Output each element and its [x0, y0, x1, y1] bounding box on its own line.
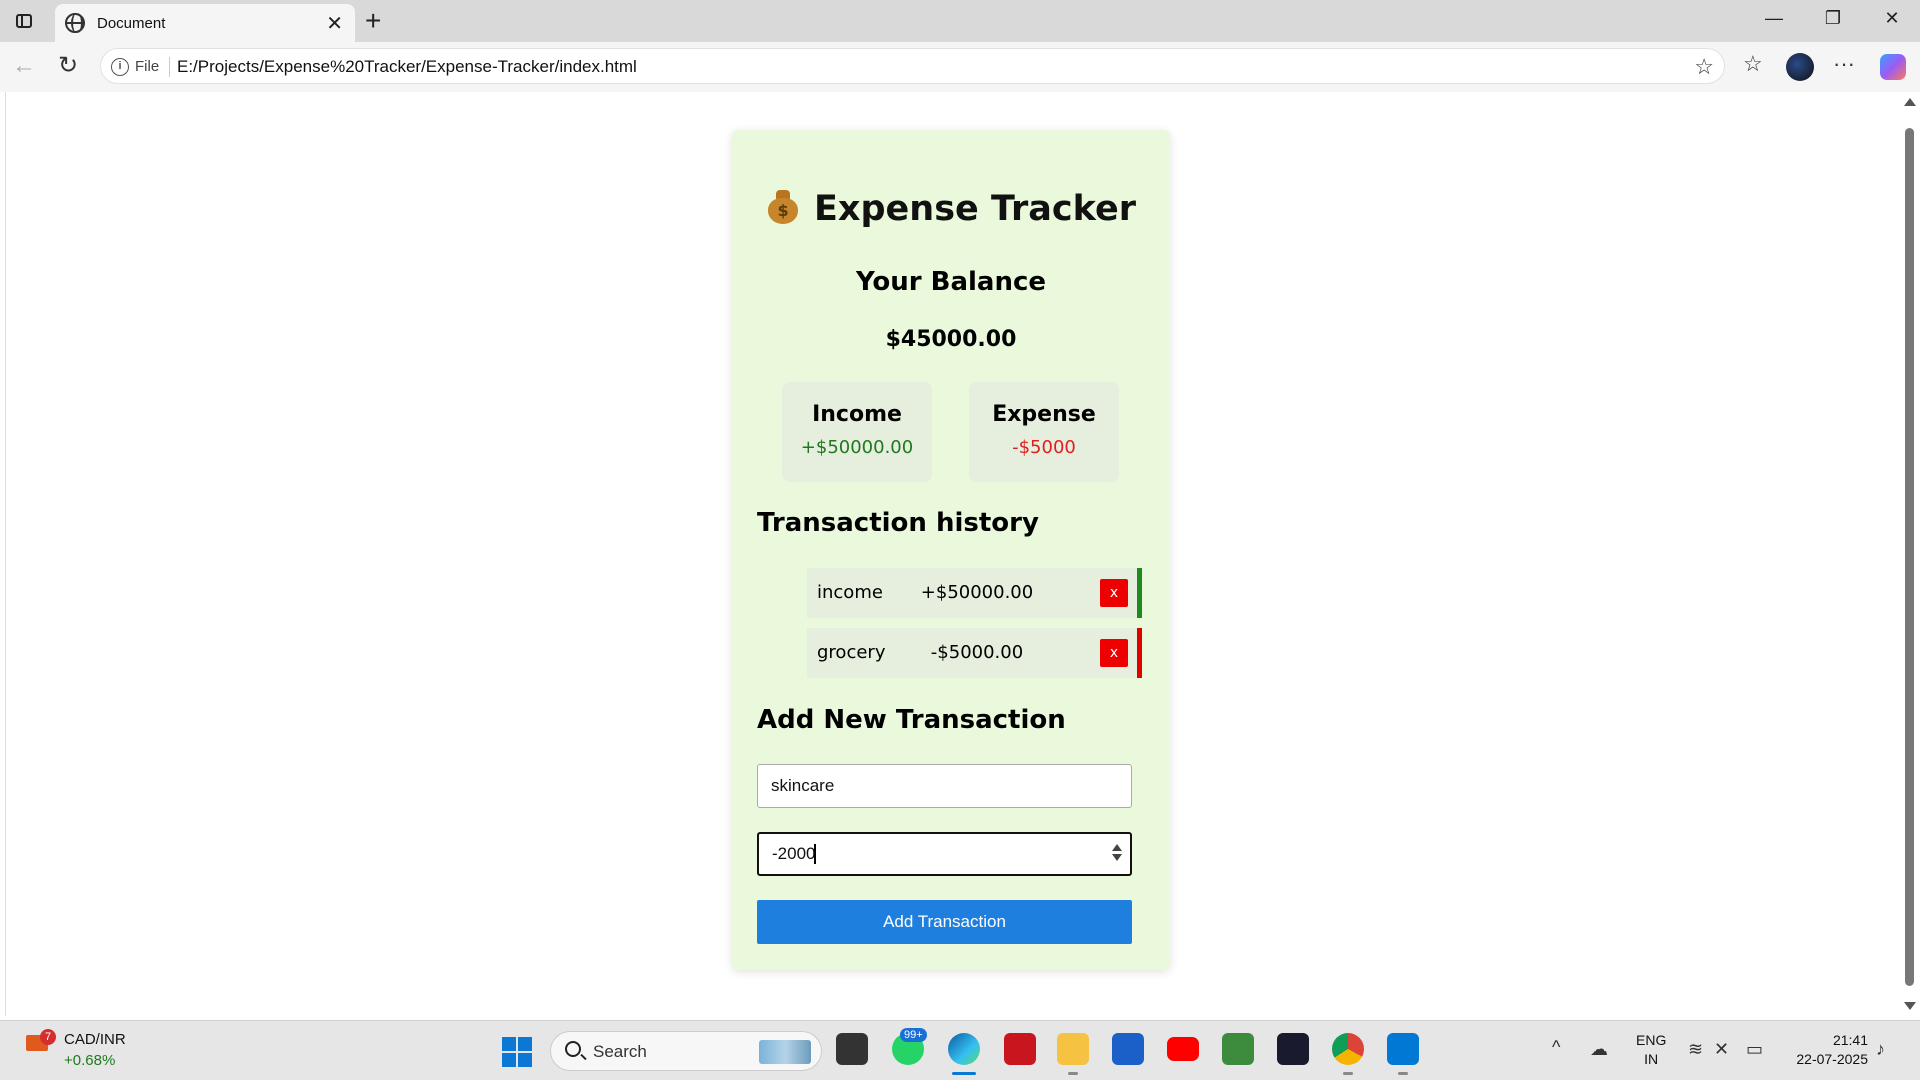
stepper-up-icon[interactable] — [1112, 844, 1122, 851]
notification-bell-icon[interactable]: ♪ — [1876, 1039, 1885, 1060]
globe-icon — [65, 13, 85, 33]
vscode-icon[interactable] — [1387, 1033, 1419, 1065]
minimize-button[interactable]: — — [1754, 8, 1794, 29]
browser-toolbar: ← ↻ i File E:/Projects/Expense%20Tracker… — [0, 42, 1920, 92]
transaction-amount: -$5000.00 — [930, 642, 1024, 663]
whatsapp-badge: 99+ — [900, 1028, 927, 1042]
stepper-down-icon[interactable] — [1112, 854, 1122, 861]
volume-muted-icon[interactable]: ✕ — [1714, 1039, 1729, 1060]
back-arrow-icon[interactable]: ← — [12, 52, 36, 80]
scroll-up-arrow-icon[interactable] — [1904, 98, 1916, 106]
expense-tracker-card: $ Expense Tracker Your Balance $45000.00… — [732, 130, 1170, 970]
date: 22-07-2025 — [1796, 1051, 1868, 1067]
language-indicator[interactable]: ENG IN — [1636, 1031, 1666, 1069]
ticker-change: +0.68% — [64, 1052, 116, 1069]
app-title-text: Expense Tracker — [814, 189, 1136, 229]
file-explorer-icon[interactable] — [1057, 1033, 1089, 1065]
scroll-down-arrow-icon[interactable] — [1904, 1002, 1916, 1010]
expense-value: -$5000 — [1012, 437, 1076, 458]
copilot-icon[interactable] — [1880, 54, 1906, 80]
task-view-icon[interactable] — [836, 1033, 868, 1065]
search-highlight-icon — [759, 1040, 811, 1064]
chevron-up-icon[interactable]: ^ — [1552, 1037, 1560, 1058]
more-options-icon[interactable]: ··· — [1833, 51, 1855, 77]
income-indicator-bar — [1137, 568, 1142, 618]
microsoft-store-icon[interactable] — [1112, 1033, 1144, 1065]
profile-avatar[interactable] — [1786, 53, 1814, 81]
address-bar[interactable]: i File E:/Projects/Expense%20Tracker/Exp… — [100, 48, 1725, 84]
info-icon[interactable]: i — [111, 58, 129, 76]
browser-titlebar: Document ✕ + — ❐ ✕ — [0, 0, 1920, 42]
expense-label: Expense — [992, 402, 1096, 427]
onedrive-icon[interactable]: ☁ — [1590, 1039, 1608, 1060]
favorite-star-icon[interactable]: ☆ — [1694, 54, 1714, 80]
transaction-name: grocery — [817, 642, 886, 663]
delete-transaction-button[interactable]: x — [1100, 579, 1128, 607]
mysql-icon[interactable] — [1277, 1033, 1309, 1065]
chrome-icon[interactable] — [1332, 1033, 1364, 1065]
restore-button[interactable]: ❐ — [1813, 8, 1853, 29]
scrollbar[interactable] — [1899, 92, 1920, 1016]
game-app-icon[interactable] — [1222, 1033, 1254, 1065]
new-tab-button[interactable]: + — [365, 5, 381, 37]
browser-tab[interactable]: Document ✕ — [55, 4, 355, 42]
separator — [169, 57, 170, 77]
active-app-indicator — [952, 1072, 976, 1075]
transaction-text-input[interactable] — [757, 764, 1132, 808]
app-indicator — [1343, 1072, 1353, 1075]
delete-transaction-button[interactable]: x — [1100, 639, 1128, 667]
text-caret — [814, 844, 816, 864]
app-title: $ Expense Tracker — [732, 188, 1170, 229]
favorites-icon[interactable]: ☆ — [1743, 51, 1763, 77]
wifi-icon[interactable]: ≋ — [1688, 1039, 1703, 1060]
search-icon — [565, 1041, 581, 1057]
ticker-badge: 7 — [40, 1029, 56, 1045]
acrobat-icon[interactable] — [1004, 1033, 1036, 1065]
file-label: File — [135, 58, 160, 75]
app-indicator — [1398, 1072, 1408, 1075]
tab-actions-icon[interactable] — [14, 11, 34, 31]
transaction-name: income — [817, 582, 883, 603]
close-window-button[interactable]: ✕ — [1872, 8, 1912, 29]
scrollbar-thumb[interactable] — [1905, 128, 1914, 986]
taskbar-search[interactable]: Search — [550, 1031, 822, 1071]
add-transaction-button[interactable]: Add Transaction — [757, 900, 1132, 944]
transaction-row: grocery -$5000.00 x — [807, 628, 1142, 678]
battery-icon[interactable]: ▭ — [1746, 1039, 1763, 1060]
tab-title: Document — [97, 15, 166, 32]
youtube-icon[interactable] — [1167, 1037, 1199, 1061]
time: 21:41 — [1832, 1032, 1868, 1048]
transaction-row: income +$50000.00 x — [807, 568, 1142, 618]
balance-value: $45000.00 — [885, 327, 1017, 352]
windows-start-icon[interactable] — [502, 1037, 532, 1067]
income-summary: Income +$50000.00 — [782, 382, 932, 482]
money-bag-icon: $ — [766, 188, 800, 224]
reload-icon[interactable]: ↻ — [58, 51, 78, 80]
ticker-name[interactable]: CAD/INR — [64, 1031, 126, 1048]
expense-summary: Expense -$5000 — [969, 382, 1119, 482]
income-label: Income — [812, 402, 902, 427]
lang-bottom: IN — [1644, 1051, 1659, 1067]
transaction-amount: +$50000.00 — [920, 582, 1034, 603]
expense-indicator-bar — [1137, 628, 1142, 678]
balance-label: Your Balance — [855, 267, 1047, 297]
amount-stepper[interactable] — [1112, 844, 1124, 861]
income-value: +$50000.00 — [800, 437, 914, 458]
app-indicator — [1068, 1072, 1078, 1075]
clock[interactable]: 21:41 22-07-2025 — [1786, 1031, 1868, 1069]
windows-taskbar: 7 CAD/INR +0.68% Search 99+ ^ ☁ ENG IN ≋ … — [0, 1020, 1920, 1080]
search-label: Search — [593, 1042, 647, 1061]
lang-top: ENG — [1636, 1032, 1667, 1048]
tab-close-icon[interactable]: ✕ — [326, 11, 343, 36]
edge-icon[interactable] — [948, 1033, 980, 1065]
history-title: Transaction history — [757, 508, 1039, 538]
add-transaction-title: Add New Transaction — [757, 705, 1066, 735]
url-text[interactable]: E:/Projects/Expense%20Tracker/Expense-Tr… — [177, 57, 637, 77]
